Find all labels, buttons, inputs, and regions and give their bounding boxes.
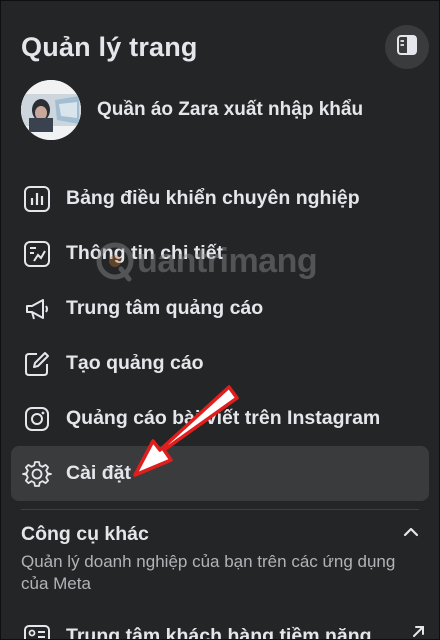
menu-item-instagram-ads[interactable]: Quảng cáo bài viết trên Instagram xyxy=(11,391,429,446)
avatar xyxy=(21,80,81,140)
panel-header: Quản lý trang xyxy=(21,25,429,69)
pencil-icon xyxy=(21,348,53,380)
menu-label: Bảng điều khiển chuyên nghiệp xyxy=(66,187,360,209)
menu-label: Tạo quảng cáo xyxy=(66,352,204,374)
menu-item-professional-dashboard[interactable]: Bảng điều khiển chuyên nghiệp xyxy=(11,171,429,226)
section-title: Công cụ khác xyxy=(21,522,149,545)
megaphone-icon xyxy=(21,293,53,325)
manage-page-panel: Quản lý trang Quần áo Zara xuất nhập khẩ… xyxy=(0,0,440,640)
page-title: Quản lý trang xyxy=(21,31,198,62)
section-divider xyxy=(21,509,419,510)
external-link-icon xyxy=(411,625,425,639)
menu-label: Trung tâm quảng cáo xyxy=(66,297,264,319)
page-name: Quần áo Zara xuất nhập khẩu xyxy=(97,99,364,120)
chevron-up-icon[interactable] xyxy=(403,525,419,543)
chart-icon xyxy=(21,183,53,215)
sidebar-toggle-icon xyxy=(396,34,418,61)
menu-label: Quảng cáo bài viết trên Instagram xyxy=(66,407,381,429)
menu-label: Thông tin chi tiết xyxy=(66,242,224,264)
menu-item-settings[interactable]: Cài đặt xyxy=(11,446,429,501)
collapse-sidebar-button[interactable] xyxy=(385,25,429,69)
menu-item-create-ad[interactable]: Tạo quảng cáo xyxy=(11,336,429,391)
section-description: Quản lý doanh nghiệp của bạn trên các ứn… xyxy=(21,552,396,593)
leads-icon xyxy=(21,620,53,639)
gear-icon xyxy=(21,458,53,490)
menu-item-insights[interactable]: Thông tin chi tiết xyxy=(11,226,429,281)
other-tools-header[interactable]: Công cụ khác xyxy=(21,519,419,549)
instagram-icon xyxy=(21,403,53,435)
menu-label: Cài đặt xyxy=(66,462,132,484)
insights-icon xyxy=(21,238,53,270)
page-profile-row[interactable]: Quần áo Zara xuất nhập khẩu xyxy=(21,79,419,141)
menu-item-leads-center[interactable]: Trung tâm khách hàng tiềm năng xyxy=(21,619,429,640)
menu-item-ad-center[interactable]: Trung tâm quảng cáo xyxy=(11,281,429,336)
menu-label: Trung tâm khách hàng tiềm năng xyxy=(66,624,372,640)
manage-menu: Bảng điều khiển chuyên nghiệp Thông tin … xyxy=(11,171,429,501)
